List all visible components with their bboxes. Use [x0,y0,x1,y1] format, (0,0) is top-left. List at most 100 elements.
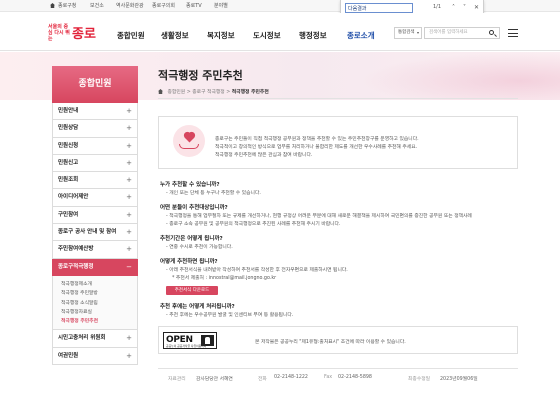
submenu-item-0[interactable]: 적극행정제소개 [53,280,137,289]
sidebar-item-6[interactable]: 구민참여 + [52,206,138,225]
find-count: 1/1 [433,4,442,10]
site-logo[interactable]: 서울의 중심 다시 뛰는 종로 [48,23,104,43]
sidebar-item-7[interactable]: 종로구 공사 안내 및 참여 + [52,224,138,242]
sidebar-item-10[interactable]: 시민고충처리 위원회 + [52,330,138,348]
plus-icon: + [126,334,132,343]
section-text: - 개인 또는 단체 등 누구나 추천할 수 있습니다. [166,191,261,196]
plus-icon: + [126,193,132,202]
hand-icon [179,144,199,149]
sidebar-submenu: 적극행정제소개 적극행정 주민알방 적극행정 소식알림 적극행정자료실 적극행정… [52,275,138,331]
breadcrumb-item-0[interactable]: 종합민원 [168,90,186,95]
nav-item-1[interactable]: 생활정보 [161,30,189,41]
sidebar-item-3[interactable]: 민원신고 + [52,154,138,173]
sidebar: 민원안내 + 민원상담 + 민원신청 + 민원신고 + 민원조회 + 아이디어제안 + 구민… [52,103,138,366]
sidebar-item-8[interactable]: 주민참여예산방 + [52,241,138,259]
section-text: - 적극행정을 통해 업무절차 또는 규제를 개선하거나, 현행 규정상 어려운… [166,214,472,219]
util-link-2[interactable]: 역사문화관광 [116,2,144,9]
nav-item-0[interactable]: 종합민원 [117,30,145,41]
util-link-4[interactable]: 종로TV [186,2,202,9]
util-link-3[interactable]: 종로구의회 [152,2,175,9]
section-heading: 어떤 분들이 추천대상입니까? [160,205,228,211]
plus-icon: + [126,210,132,219]
section-text: - 아래 추천서식을 내려받아 작성하여 추천서를 작성한 후 전자우편으로 제… [166,268,348,273]
sidebar-item-11[interactable]: 여권민원 + [52,347,138,366]
home-icon [50,3,55,8]
submenu-item-3[interactable]: 적극행정자료실 [53,308,137,317]
fax-label: Fax [324,375,333,380]
sidebar-title: 종합민원 [52,66,138,103]
find-close-button[interactable]: ✕ [472,3,481,12]
plus-icon: + [126,107,132,115]
plus-icon: + [126,228,132,237]
sidebar-item-1[interactable]: 민원상담 + [52,120,138,138]
util-link-0[interactable]: 종로구청 [58,2,76,9]
plus-icon: + [126,245,132,254]
plus-icon: + [126,176,132,185]
find-prev-button[interactable]: ˄ [449,3,458,12]
logo-name: 종로 [72,27,96,42]
submenu-item-2[interactable]: 적극행정 소식알림 [53,299,137,308]
intro-line-0: 종로구는 주민들이 직접 적극행정 공무원과 정책을 추천할 수 있는 주민추천… [215,137,419,142]
sidebar-item-4[interactable]: 민원조회 + [52,172,138,190]
sidebar-item-0[interactable]: 민원안내 + [52,103,138,121]
sidebar-item-5[interactable]: 아이디어제안 + [52,189,138,207]
section-text: - 종로구 소속 공무원 및 공무원의 적극행정으로 추진된 사례를 추천해 주… [166,222,341,227]
tel-value: 02-2148-1222 [274,375,308,380]
dept-value: 감사담당관 서혜연 [196,377,233,382]
search-scope-label: 통합검색 [398,30,415,35]
section-text: * 추천서 제출처 : innostral@mail.jongno.go.kr [172,276,277,281]
license-box: OPEN 공공누리 공공저작물 자유이용허락 본 저작물은 공공누리 "제1유형… [158,326,518,354]
nav-item-5[interactable]: 종로소개 [347,30,375,41]
page-title: 적극행정 주민추천 [158,69,243,82]
find-next-button[interactable]: ˅ [460,3,469,12]
hamburger-icon [508,29,518,31]
intro-box: 종로구는 주민들이 직접 적극행정 공무원과 정책을 추천할 수 있는 주민추천… [158,116,518,169]
chevron-down-icon: ▾ [416,30,419,35]
plus-icon: + [126,351,132,360]
plus-icon: + [126,124,132,133]
intro-line-2: 적극행정 주민추천에 많은 관심과 참여 바랍니다. [215,153,313,158]
section-heading: 추천 후에는 어떻게 처리됩니까? [160,304,235,310]
dept-label: 자료관리 [168,377,186,382]
util-link-1[interactable]: 보건소 [90,2,104,9]
section-text: - 연중 수시로 추천이 가능합니다. [166,245,233,250]
nav-item-3[interactable]: 도시정보 [253,30,281,41]
intro-line-1: 적극적이고 창의적인 방식으로 업무를 처리하거나 불합리한 제도를 개선한 우… [215,145,418,150]
page: 종로구청 보건소 역사문화관광 종로구의회 종로TV 분야별 1/1 ˄ ˅ ✕… [0,0,560,417]
sidebar-item-2[interactable]: 민원신청 + [52,137,138,155]
kogl-sub-text: 공공누리 공공저작물 자유이용허락 [166,344,207,348]
plus-icon: + [126,158,132,167]
title-divider [158,98,518,99]
util-link-5[interactable]: 분야별 [214,2,228,9]
date-value: 2023년09월06일 [440,377,478,382]
download-form-button[interactable]: 추천서식 다운로드 [166,286,218,295]
plus-icon: + [126,141,132,150]
section-heading: 어떻게 추천하면 됩니까? [160,259,218,265]
find-input[interactable] [345,3,413,13]
logo-mark: 서울의 중심 다시 뛰는 [48,24,70,42]
license-text: 본 저작물은 공공누리 "제1유형:출처표시" 조건에 따라 이용할 수 있습니… [255,340,406,345]
nav-item-4[interactable]: 행정정보 [299,30,327,41]
kogl-logo: OPEN 공공누리 공공저작물 자유이용허락 [163,332,217,349]
site-header: 서울의 중심 다시 뛰는 종로 종합민원 생활정보 복지정보 도시정보 행정정보… [0,13,560,51]
search-scope-select[interactable]: 통합검색 ▾ [394,27,422,39]
nav-item-2[interactable]: 복지정보 [207,30,235,41]
section-heading: 누가 추천할 수 있습니까? [160,182,220,188]
tel-label: 전화 [258,377,267,382]
section-heading: 추천기간은 어떻게 됩니까? [160,236,223,242]
date-label: 최종수정일 [408,377,431,382]
section-text: - 추천 후에는 우수공무원 발굴 및 인센티브 부여 등 활용됩니다. [166,313,294,318]
menu-button[interactable] [506,26,520,40]
search-icon [489,30,494,35]
submenu-item-1[interactable]: 적극행정 주민알방 [53,289,137,298]
minus-icon: − [126,262,132,271]
search-button[interactable] [486,27,500,39]
breadcrumb-item-1[interactable]: 종로구 적극행정 [192,90,224,95]
sidebar-item-9[interactable]: 종로구적극행정 − [52,258,138,276]
fax-value: 02-2148-5898 [338,375,372,380]
submenu-item-4[interactable]: 적극행정 주민추천 [53,317,137,326]
home-icon[interactable] [158,89,163,94]
page-info-footer: 자료관리 감사담당관 서혜연 전화 02-2148-1222 Fax 02-21… [158,368,518,390]
breadcrumb: 종합민원 > 종로구 적극행정 > 적극행정 주민추천 [158,88,269,95]
breadcrumb-current: 적극행정 주민추천 [231,90,269,95]
